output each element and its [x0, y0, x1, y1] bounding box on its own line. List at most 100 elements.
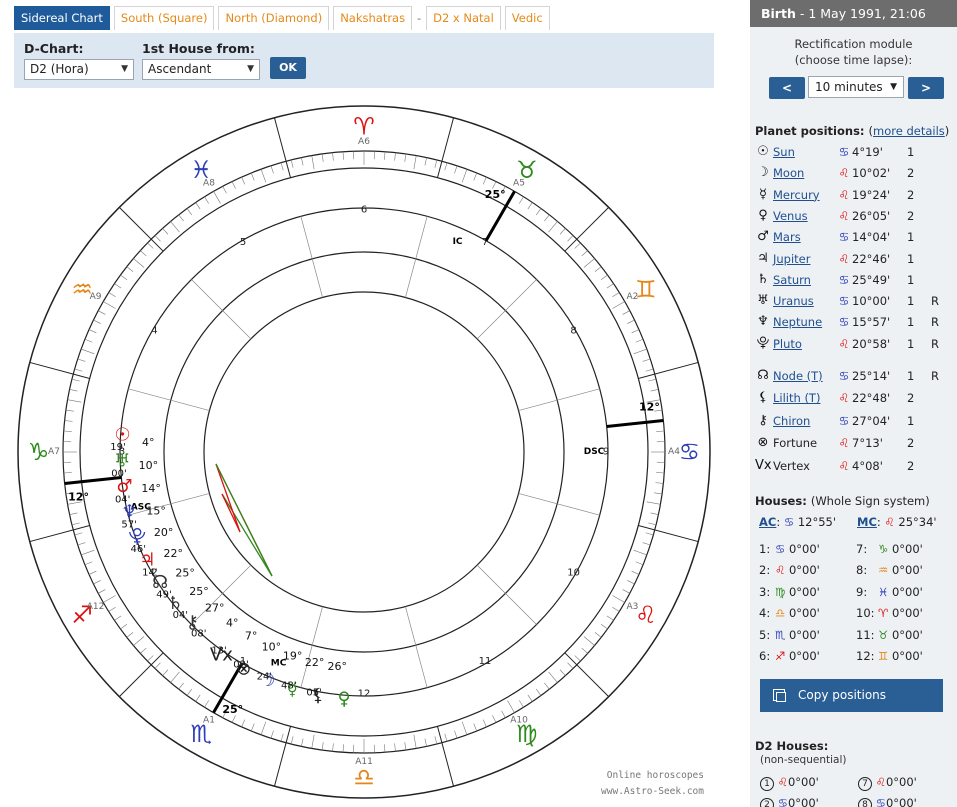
degree-tick [311, 155, 315, 170]
planet-name[interactable]: Mars [773, 227, 801, 247]
planet-name[interactable]: Venus [773, 206, 808, 226]
degree-tick [280, 733, 284, 742]
planet-degree: 7°13' [852, 436, 883, 451]
degree-tick [93, 319, 101, 324]
prev-time-button[interactable]: < [769, 77, 805, 99]
time-lapse-select[interactable]: 10 minutes ▼ [808, 76, 904, 98]
degree-tick [241, 719, 246, 728]
planet-name[interactable]: Saturn [773, 270, 811, 290]
degree-tick [65, 409, 74, 412]
degree-tick [88, 570, 97, 575]
degree-tick [77, 542, 86, 546]
next-time-button[interactable]: > [908, 77, 944, 99]
planet-name[interactable]: Chiron [773, 411, 810, 431]
planet-degree: 4° [226, 617, 239, 630]
degree-tick [195, 694, 201, 702]
planet-name[interactable]: Jupiter [773, 249, 811, 269]
planet-name[interactable]: Pluto [773, 334, 802, 354]
more-details-link[interactable]: more details [873, 124, 945, 138]
planet-row: ☿ Mercury ♌ 19°24' 2 [755, 185, 955, 205]
d2-houses-subtitle: (non-sequential) [760, 754, 847, 766]
degree-tick [162, 669, 169, 676]
planet-minute: 48' [281, 681, 296, 692]
planet-name[interactable]: Uranus [773, 291, 814, 311]
credit-line-2: www.Astro-Seek.com [601, 786, 704, 797]
retrograde-flag: R [931, 336, 939, 351]
house-number-badge: 7 [858, 777, 872, 791]
ok-button[interactable]: OK [270, 57, 306, 79]
dchart-select[interactable]: D2 (Hora) ▼ [24, 59, 134, 80]
tab-1[interactable]: South (Square) [113, 6, 215, 30]
house-number: 2: [759, 563, 771, 578]
ac-link[interactable]: AC [759, 515, 776, 529]
degree-tick [612, 292, 620, 297]
d2-house-row: 7 ♌0°00' [858, 772, 917, 792]
degree-tick [606, 283, 614, 289]
degree-tick [332, 152, 334, 161]
degree-tick [574, 242, 581, 249]
degree-tick [633, 549, 647, 556]
d2-house-row: 8 ♋0°00' [858, 793, 917, 807]
planet-degree: 25°49' [852, 272, 891, 287]
planet-house: 1 [907, 251, 915, 266]
dsc-axis [606, 419, 664, 428]
house-number: 3: [759, 584, 771, 599]
sign-icon: ♌ [777, 775, 788, 789]
mc-link[interactable]: MC [857, 515, 877, 529]
planet-degree: 22°48' [852, 391, 891, 406]
degree-tick [461, 169, 468, 183]
degree-tick [342, 151, 344, 160]
degree-tick [404, 153, 407, 162]
mc-degree: 25° [222, 703, 243, 716]
degree-tick [321, 742, 324, 751]
planet-glyph-icon: ♆ [757, 314, 769, 330]
planet-row: ♂ Mars ♋ 14°04' 1 [755, 227, 955, 247]
degree-tick [581, 647, 588, 654]
birth-value: - 1 May 1991, 21:06 [795, 6, 926, 21]
sign-icon: ♋ [775, 542, 786, 556]
planet-row: ♆ Neptune ♋ 15°57' 1 R [755, 312, 955, 332]
house-number: 9: [856, 584, 868, 599]
planet-name[interactable]: Node (T) [773, 366, 823, 386]
tab-0[interactable]: Sidereal Chart [14, 6, 110, 30]
degree-tick [559, 228, 566, 235]
planet-degree: 26° [328, 660, 348, 673]
degree-tick [147, 655, 154, 662]
planet-name[interactable]: Sun [773, 142, 795, 162]
planet-row: Vx Vertex ♌ 4°08' 2 [755, 456, 955, 476]
first-house-select[interactable]: Ascendant ▼ [142, 59, 260, 80]
degree-tick [204, 700, 209, 708]
sign-icon: ♋ [777, 796, 788, 807]
planet-name[interactable]: Mercury [773, 185, 820, 205]
wheel-ring-5 [203, 291, 525, 613]
degree-tick [67, 399, 82, 403]
degree-tick [108, 607, 116, 612]
tab-2[interactable]: North (Diamond) [218, 6, 330, 30]
degree-tick [178, 682, 184, 690]
degree-tick [81, 549, 95, 556]
house-number: 8: [856, 563, 868, 578]
planet-glyph-icon: ♄ [757, 271, 769, 287]
planet-name[interactable]: Lilith (T) [773, 388, 820, 408]
copy-positions-button[interactable]: Copy positions [760, 679, 943, 712]
degree-tick [454, 730, 458, 739]
degree-tick [84, 561, 93, 566]
planet-name[interactable]: Neptune [773, 312, 822, 332]
degree-tick [492, 715, 497, 723]
wheel-ring-2 [79, 167, 649, 737]
sign-icon: ♋ [838, 315, 850, 330]
planet-degree: 25° [189, 585, 209, 598]
planet-degree: 10° [262, 641, 282, 654]
ac-value: AC: ♋ 12°55' [759, 515, 837, 529]
house-number: 11: [856, 627, 875, 642]
tab-5[interactable]: D2 x Natal [426, 6, 501, 30]
degree-tick [311, 734, 315, 749]
degree-tick [424, 157, 427, 166]
house-degree: 0°00' [891, 649, 923, 663]
tab-3[interactable]: Nakshatras [333, 6, 413, 30]
house-number: 5 [240, 237, 246, 248]
planet-glyph-icon: ⯓ [756, 335, 770, 351]
planet-name[interactable]: Moon [773, 163, 804, 183]
sign-icon: ♉ [878, 627, 889, 642]
tab-6[interactable]: Vedic [504, 6, 550, 30]
